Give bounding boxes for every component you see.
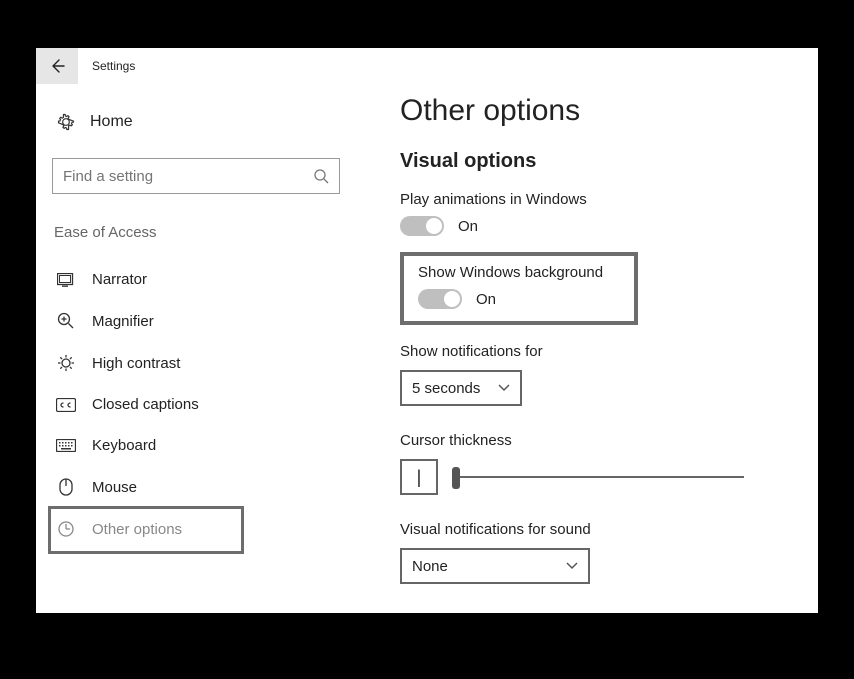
dropdown-value: 5 seconds bbox=[412, 380, 480, 397]
home-label: Home bbox=[90, 113, 133, 131]
sidebar-item-high-contrast[interactable]: High contrast bbox=[52, 342, 356, 384]
nav-list: Narrator Magnifier High contrast bbox=[52, 259, 356, 550]
section-visual-options: Visual options bbox=[400, 150, 788, 173]
show-notifications-dropdown[interactable]: 5 seconds bbox=[400, 370, 522, 406]
gear-icon bbox=[56, 112, 76, 132]
other-options-icon bbox=[56, 520, 76, 538]
keyboard-icon bbox=[56, 439, 76, 452]
sidebar-item-label: Mouse bbox=[92, 479, 137, 496]
main-content: Other options Visual options Play animat… bbox=[356, 84, 818, 613]
play-animations-row: On bbox=[400, 216, 788, 236]
show-background-row: On bbox=[418, 289, 620, 309]
chevron-down-icon bbox=[498, 384, 510, 392]
titlebar: Settings bbox=[36, 48, 818, 84]
cursor-thickness-label: Cursor thickness bbox=[400, 432, 788, 449]
play-animations-state: On bbox=[458, 218, 478, 235]
arrow-left-icon bbox=[48, 57, 66, 75]
cursor-thickness-slider[interactable] bbox=[452, 467, 744, 487]
sidebar-item-label: Other options bbox=[92, 521, 182, 538]
high-contrast-icon bbox=[56, 354, 76, 372]
visual-notifications-label: Visual notifications for sound bbox=[400, 521, 788, 538]
show-notifications-label: Show notifications for bbox=[400, 343, 788, 360]
search-icon bbox=[313, 168, 329, 184]
sidebar: Home Ease of Access Narrator bbox=[36, 84, 356, 613]
sidebar-item-keyboard[interactable]: Keyboard bbox=[52, 425, 356, 466]
mouse-icon bbox=[56, 478, 76, 496]
magnifier-icon bbox=[56, 312, 76, 330]
settings-window: Settings Home Ease of Access bbox=[36, 48, 818, 613]
sidebar-item-narrator[interactable]: Narrator bbox=[52, 259, 356, 300]
show-background-toggle[interactable] bbox=[418, 289, 462, 309]
cursor-thickness-row: | bbox=[400, 459, 788, 495]
dropdown-value: None bbox=[412, 558, 448, 575]
narrator-icon bbox=[56, 273, 76, 287]
closed-captions-icon bbox=[56, 398, 76, 412]
cursor-thickness-preview: | bbox=[400, 459, 438, 495]
show-background-label: Show Windows background bbox=[418, 264, 620, 281]
visual-notifications-dropdown[interactable]: None bbox=[400, 548, 590, 584]
window-body: Home Ease of Access Narrator bbox=[36, 84, 818, 613]
show-background-highlight: Show Windows background On bbox=[400, 252, 638, 325]
play-animations-label: Play animations in Windows bbox=[400, 191, 788, 208]
back-button[interactable] bbox=[36, 48, 78, 84]
search-input[interactable] bbox=[63, 168, 313, 185]
page-title: Other options bbox=[400, 94, 788, 128]
sidebar-item-label: Narrator bbox=[92, 271, 147, 288]
category-label: Ease of Access bbox=[52, 224, 356, 241]
show-background-state: On bbox=[476, 291, 496, 308]
sidebar-item-closed-captions[interactable]: Closed captions bbox=[52, 384, 356, 425]
window-title: Settings bbox=[92, 59, 135, 73]
chevron-down-icon bbox=[566, 562, 578, 570]
sidebar-item-label: Keyboard bbox=[92, 437, 156, 454]
sidebar-item-other-options[interactable]: Other options bbox=[52, 508, 356, 550]
play-animations-toggle[interactable] bbox=[400, 216, 444, 236]
sidebar-item-label: Magnifier bbox=[92, 313, 154, 330]
sidebar-item-magnifier[interactable]: Magnifier bbox=[52, 300, 356, 342]
home-button[interactable]: Home bbox=[52, 104, 356, 140]
sidebar-item-label: High contrast bbox=[92, 355, 180, 372]
sidebar-item-mouse[interactable]: Mouse bbox=[52, 466, 356, 508]
search-box[interactable] bbox=[52, 158, 340, 194]
sidebar-item-label: Closed captions bbox=[92, 396, 199, 413]
